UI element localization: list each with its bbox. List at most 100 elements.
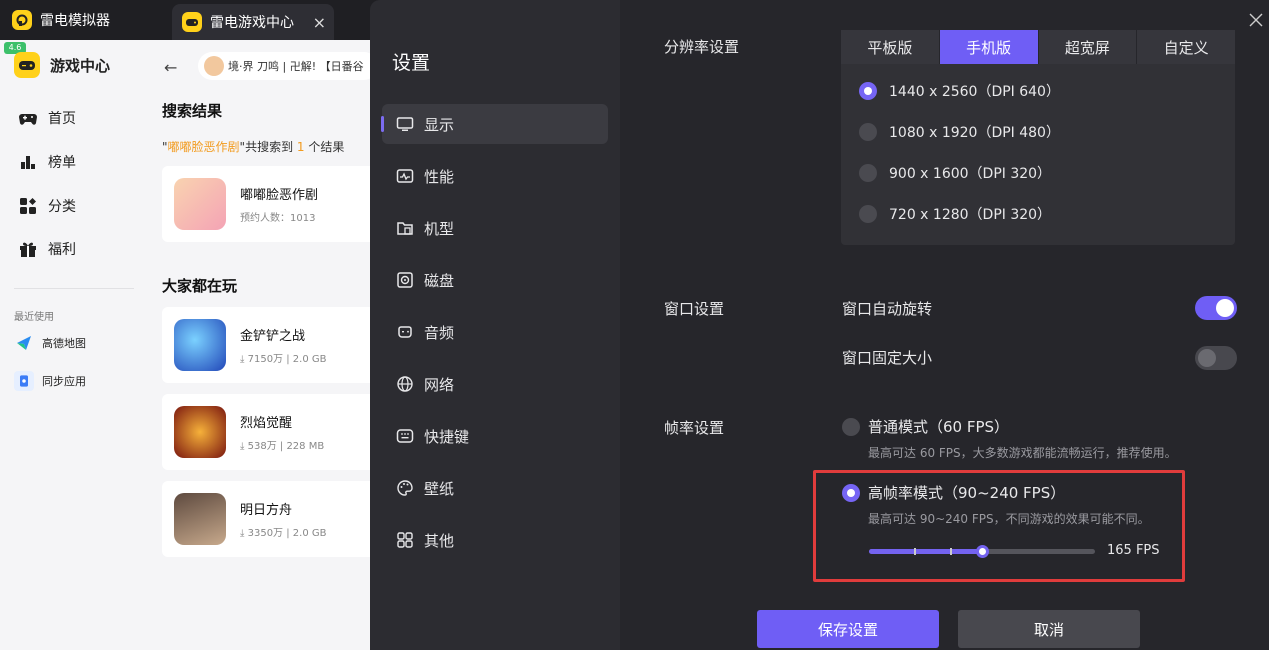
tab-tablet[interactable]: 平板版 — [841, 30, 940, 64]
recent-title: 最近使用 — [14, 312, 54, 323]
game-center-logo-icon — [14, 52, 40, 78]
resolution-option[interactable]: 720 x 1280（DPI 320） — [859, 204, 1051, 224]
cancel-button[interactable]: 取消 — [958, 610, 1140, 648]
palette-icon — [397, 480, 413, 496]
auto-rotate-label: 窗口自动旋转 — [842, 300, 933, 318]
recent-item-amap[interactable]: 高德地图 — [14, 333, 86, 353]
fixed-size-toggle[interactable] — [1195, 346, 1237, 370]
menu-item-wallpaper[interactable]: 壁纸 — [382, 468, 608, 508]
fps-normal-title[interactable]: 普通模式（60 FPS） — [868, 416, 1009, 437]
menu-label: 其他 — [424, 531, 455, 550]
fps-settings-label: 帧率设置 — [664, 419, 725, 437]
radio-unselected[interactable] — [859, 123, 877, 141]
slider-thumb[interactable] — [976, 545, 989, 558]
nav-ranking[interactable]: 榜单 — [18, 152, 76, 172]
menu-item-other[interactable]: 其他 — [382, 520, 608, 560]
fps-normal-radio[interactable] — [842, 418, 860, 436]
resolution-option[interactable]: 1080 x 1920（DPI 480） — [859, 122, 1060, 142]
tab-emulator[interactable]: 雷电模拟器 — [12, 0, 162, 40]
recent-label: 同步应用 — [42, 375, 86, 388]
auto-rotate-toggle[interactable] — [1195, 296, 1237, 320]
search-bar[interactable]: 境·界 刀鸣 | 卍解! 【日番谷 — [198, 52, 378, 80]
radio-selected[interactable] — [859, 82, 877, 100]
menu-label: 显示 — [424, 115, 455, 134]
menu-item-network[interactable]: 网络 — [382, 364, 608, 404]
menu-item-audio[interactable]: 音频 — [382, 312, 608, 352]
menu-label: 机型 — [424, 219, 455, 238]
ldplayer-logo-icon — [12, 10, 32, 30]
monitor-icon — [396, 117, 414, 131]
category-icon — [20, 198, 36, 214]
fps-high-title[interactable]: 高帧率模式（90~240 FPS） — [868, 482, 1065, 503]
resolution-option[interactable]: 900 x 1600（DPI 320） — [859, 163, 1051, 183]
brand[interactable]: 游戏中心 — [14, 52, 110, 78]
toggle-knob — [1216, 299, 1234, 317]
active-indicator — [381, 116, 384, 132]
game-name: 烈焰觉醒 — [240, 416, 293, 431]
result-card[interactable]: 嘟嘟脸恶作剧 预约人数：1013 — [162, 166, 392, 242]
grid-icon — [397, 532, 413, 548]
back-arrow-icon[interactable]: ← — [164, 58, 177, 77]
nav-home[interactable]: 首页 — [18, 108, 76, 128]
nav-label: 分类 — [48, 199, 76, 215]
gamepad-icon — [19, 114, 37, 125]
tab-phone[interactable]: 手机版 — [939, 30, 1039, 64]
sync-app-icon — [14, 371, 34, 391]
resolution-option-label: 1440 x 2560（DPI 640） — [889, 84, 1060, 100]
recent-item-sync[interactable]: 同步应用 — [14, 371, 86, 391]
list-item[interactable]: 金铲铲之战 ⤓ 7150万 | 2.0 GB — [162, 307, 392, 383]
reservation-count: 预约人数：1013 — [240, 213, 316, 224]
slider-fill — [869, 549, 982, 554]
tab-game-center[interactable]: 雷电游戏中心 × — [172, 4, 334, 40]
list-item[interactable]: 烈焰觉醒 ⤓ 538万 | 228 MB — [162, 394, 392, 470]
close-icon[interactable] — [1248, 12, 1264, 28]
menu-label: 音频 — [424, 323, 455, 342]
resolution-options: 1440 x 2560（DPI 640） 1080 x 1920（DPI 480… — [841, 64, 1235, 245]
slider-tick — [914, 548, 917, 555]
amap-icon — [14, 333, 34, 353]
menu-label: 性能 — [424, 167, 455, 186]
list-item[interactable]: 明日方舟 ⤓ 3350万 | 2.0 GB — [162, 481, 392, 557]
tab-label: 雷电模拟器 — [40, 13, 110, 29]
window-settings-label: 窗口设置 — [664, 300, 725, 318]
game-center-content: ← 境·界 刀鸣 | 卍解! 【日番谷 搜索结果 "嘟嘟脸恶作剧"共搜索到 1 … — [148, 40, 392, 650]
tab-close-icon[interactable]: × — [313, 13, 326, 32]
toggle-knob — [1198, 349, 1216, 367]
result-keyword[interactable]: 嘟嘟脸恶作剧 — [168, 140, 240, 154]
nav-category[interactable]: 分类 — [18, 196, 76, 216]
audio-icon — [398, 326, 412, 338]
menu-item-disk[interactable]: 磁盘 — [382, 260, 608, 300]
popular-title: 大家都在玩 — [162, 277, 238, 295]
fps-slider[interactable] — [869, 545, 1095, 558]
performance-icon — [396, 169, 414, 183]
resolution-tabs: 平板版 手机版 超宽屏 自定义 — [841, 30, 1235, 64]
nav-welfare[interactable]: 福利 — [18, 239, 76, 259]
radio-unselected[interactable] — [859, 205, 877, 223]
recent-label: 高德地图 — [42, 337, 86, 350]
game-name: 明日方舟 — [240, 503, 293, 518]
menu-item-device-model[interactable]: 机型 — [382, 208, 608, 248]
nav-label: 榜单 — [48, 155, 76, 171]
resolution-option[interactable]: 1440 x 2560（DPI 640） — [859, 81, 1060, 101]
device-model-icon — [397, 222, 413, 235]
menu-item-performance[interactable]: 性能 — [382, 156, 608, 196]
nav-label: 福利 — [48, 242, 76, 258]
game-meta: ⤓ 538万 | 228 MB — [240, 441, 325, 452]
save-button[interactable]: 保存设置 — [757, 610, 939, 648]
gift-icon — [20, 242, 36, 257]
disk-icon — [397, 272, 413, 288]
fps-high-desc: 最高可达 90~240 FPS，不同游戏的效果可能不同。 — [868, 512, 1150, 526]
settings-menu: 设置 显示 性能 机型 磁盘 音频 网络 快捷键 壁纸 其他 — [370, 0, 620, 650]
network-icon — [397, 376, 413, 392]
menu-item-hotkeys[interactable]: 快捷键 — [382, 416, 608, 456]
game-name: 嘟嘟脸恶作剧 — [240, 188, 319, 203]
fps-high-radio[interactable] — [842, 484, 860, 502]
menu-item-display[interactable]: 显示 — [381, 104, 608, 144]
tab-custom[interactable]: 自定义 — [1137, 30, 1235, 64]
settings-dialog: 设置 显示 性能 机型 磁盘 音频 网络 快捷键 壁纸 其他 分辨率设置 平板版… — [370, 0, 1269, 650]
game-name: 金铲铲之战 — [240, 329, 306, 344]
tab-ultrawide[interactable]: 超宽屏 — [1038, 30, 1138, 64]
game-thumbnail — [174, 406, 226, 458]
settings-panel: 分辨率设置 平板版 手机版 超宽屏 自定义 1440 x 2560（DPI 64… — [620, 0, 1269, 650]
radio-unselected[interactable] — [859, 164, 877, 182]
